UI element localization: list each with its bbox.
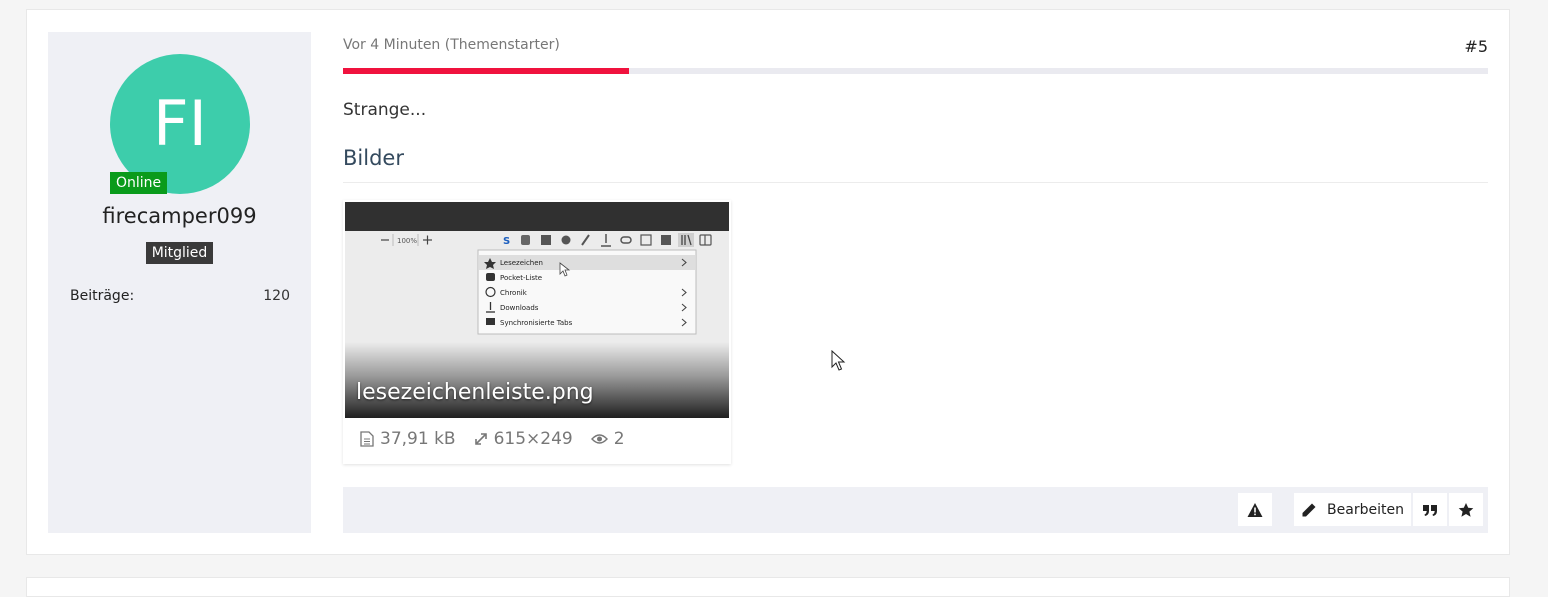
attachments-heading: Bilder xyxy=(343,146,404,170)
post-number-link[interactable]: #5 xyxy=(1464,37,1488,56)
attachment-views: 2 xyxy=(613,429,625,449)
quote-icon xyxy=(1423,504,1437,516)
read-progress-bar xyxy=(343,68,1488,74)
thumbnail-menu-item: Synchronisierte Tabs xyxy=(500,319,573,327)
stat-value[interactable]: 120 xyxy=(263,288,290,304)
attachment-thumbnail[interactable]: 100% S Lesezeichen Pocket-Liste Chronik … xyxy=(345,202,729,418)
post-timestamp[interactable]: Vor 4 Minuten (Themenstarter) xyxy=(343,37,560,53)
post-footer-toolbar: Bearbeiten xyxy=(343,487,1488,533)
attachment-meta: 37,91 kB 615×249 2 xyxy=(360,429,625,449)
stat-label: Beiträge xyxy=(70,288,130,304)
eye-icon xyxy=(590,434,608,444)
warning-icon xyxy=(1247,502,1263,517)
file-icon xyxy=(360,431,374,447)
thumbnail-menu-item: Lesezeichen xyxy=(500,259,543,267)
svg-text:S: S xyxy=(503,236,510,247)
edit-button-label: Bearbeiten xyxy=(1327,501,1404,518)
bookmark-button[interactable] xyxy=(1449,493,1483,526)
resize-icon xyxy=(474,433,487,445)
post-content: Vor 4 Minuten (Themenstarter) #5 Strange… xyxy=(343,32,1488,533)
quote-button[interactable] xyxy=(1413,493,1447,526)
next-post-card xyxy=(26,577,1510,597)
stat-label-colon: : xyxy=(129,288,135,304)
attachment-filesize: 37,91 kB xyxy=(380,429,456,449)
user-sidebar: FI Online firecamper099 Mitglied Beiträg… xyxy=(48,32,311,533)
edit-button[interactable]: Bearbeiten xyxy=(1294,493,1411,526)
post-card: FI Online firecamper099 Mitglied Beiträg… xyxy=(26,9,1510,555)
mouse-cursor-icon xyxy=(831,350,846,371)
thumbnail-menu-item: Pocket-Liste xyxy=(500,274,542,282)
online-status-badge: Online xyxy=(110,172,168,194)
user-rank-badge: Mitglied xyxy=(145,242,214,264)
attachment-card[interactable]: 100% S Lesezeichen Pocket-Liste Chronik … xyxy=(343,200,731,464)
stat-row-posts: Beiträge: 120 xyxy=(70,288,290,304)
post-message: Strange... xyxy=(343,100,427,120)
star-icon xyxy=(1458,502,1474,517)
section-divider xyxy=(343,182,1488,183)
pencil-icon xyxy=(1302,503,1316,516)
report-button[interactable] xyxy=(1238,493,1272,526)
attachment-dimensions: 615×249 xyxy=(493,429,573,449)
read-progress-fill xyxy=(343,68,630,74)
attachment-filename[interactable]: lesezeichenleiste.png xyxy=(356,380,594,405)
thumbnail-menu-item: Chronik xyxy=(500,289,528,297)
thumbnail-menu-item: Downloads xyxy=(500,304,539,312)
thumbnail-zoom-label: 100% xyxy=(397,237,417,245)
username-link[interactable]: firecamper099 xyxy=(48,204,311,228)
